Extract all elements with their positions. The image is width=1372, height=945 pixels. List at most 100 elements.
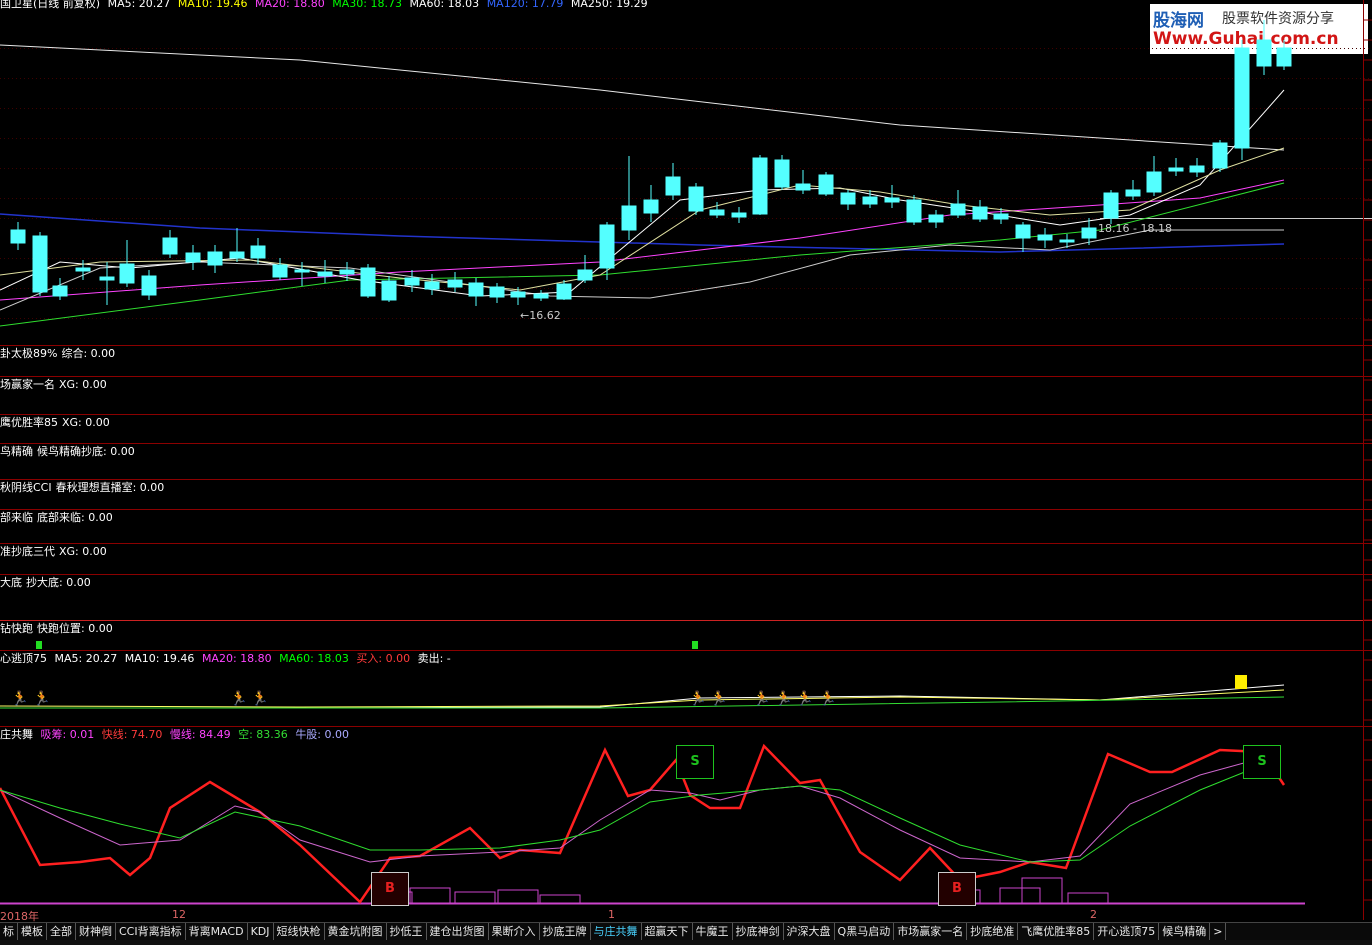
chart-drawing-layer[interactable]: 🏃 🏃 🏃 🏃 🏃 🏃 🏃 🏃 🏃 🏃	[0, 0, 1372, 922]
escape-ma5	[0, 684, 1285, 709]
candle-body	[317, 271, 333, 277]
runner-figure: 🏃	[230, 690, 247, 707]
candle-body	[99, 276, 115, 281]
dance-xichou: 吸筹: 0.01	[40, 728, 95, 741]
candle-body	[185, 252, 201, 263]
indicator-label-2: 场赢家一名 XG: 0.00	[0, 378, 111, 392]
volume-bar	[1067, 892, 1109, 904]
tab-20[interactable]: 抄底绝准	[967, 923, 1019, 941]
candle-body	[207, 251, 223, 266]
tab-6[interactable]: KDJ	[248, 923, 274, 941]
candle-body	[272, 264, 288, 278]
tab-10[interactable]: 建仓出货图	[427, 923, 489, 941]
dance-niu: 牛股: 0.00	[295, 728, 350, 741]
indicator-name: 鹰优胜率85	[0, 416, 58, 429]
tab-3[interactable]: 财神倒	[76, 923, 116, 941]
tab-12[interactable]: 抄底王牌	[540, 923, 591, 941]
escape-ma10: MA10: 19.46	[124, 652, 195, 665]
candle-body	[556, 283, 572, 300]
candle-body	[972, 206, 988, 220]
candle-body	[950, 203, 966, 216]
tab-16[interactable]: 抄底神剑	[733, 923, 784, 941]
candle-body	[1059, 239, 1075, 243]
indicator-label-3: 鹰优胜率85 XG: 0.00	[0, 416, 114, 430]
candle-body	[752, 157, 768, 215]
escape-buy: 买入: 0.00	[356, 652, 411, 665]
x-axis-dec: 12	[172, 908, 186, 921]
tab-9[interactable]: 抄低王	[387, 923, 427, 941]
candle-body	[162, 237, 178, 255]
runner-figure: 🏃	[251, 690, 268, 707]
tab-23[interactable]: 候鸟精确	[1159, 923, 1211, 941]
runner-figure: 🏃	[33, 690, 50, 707]
indicator-field: XG: 0.00	[59, 545, 107, 558]
candle-body	[1168, 167, 1184, 172]
candle-body	[795, 183, 811, 191]
candle-body	[1146, 171, 1162, 193]
escape-panel-header: 心逃顶75 MA5: 20.27 MA10: 19.46 MA20: 18.80…	[0, 652, 455, 666]
runner-figure: 🏃	[710, 690, 727, 707]
tab-17[interactable]: 沪深大盘	[784, 923, 835, 941]
candle-body	[404, 277, 420, 286]
candle-body	[665, 176, 681, 196]
tab-15[interactable]: 牛魔王	[693, 923, 733, 941]
tab-4[interactable]: CCI背离指标	[116, 923, 186, 941]
candle-body	[32, 235, 48, 293]
dance-kong: 空: 83.36	[238, 728, 288, 741]
buy-signal-box: B	[938, 872, 976, 906]
tab-14[interactable]: 超赢天下	[642, 923, 693, 941]
tab-13[interactable]: 与庄共舞	[591, 923, 642, 941]
tab-7[interactable]: 短线快枪	[274, 923, 325, 941]
candle-body	[577, 269, 593, 281]
tab-21[interactable]: 飞鹰优胜率85	[1018, 923, 1095, 941]
candle-body	[731, 212, 747, 218]
indicator-label-6: 部来临 底部来临: 0.00	[0, 511, 117, 525]
candle-body	[1103, 192, 1119, 219]
green-marker	[36, 641, 42, 649]
candle-body	[141, 275, 157, 296]
indicator-name: 卦太极89%	[0, 347, 58, 360]
indicator-name: 场赢家一名	[0, 378, 55, 391]
tab-scroll-right[interactable]: >	[1210, 923, 1227, 941]
tab-8[interactable]: 黄金坑附图	[325, 923, 387, 941]
candle-body	[447, 279, 463, 288]
tab-11[interactable]: 果断介入	[489, 923, 540, 941]
indicator-label-8: 大底 抄大底: 0.00	[0, 576, 95, 590]
tab-2[interactable]: 全部	[47, 923, 76, 941]
candle-body	[906, 199, 922, 223]
indicator-label-9: 钻快跑 快跑位置: 0.00	[0, 622, 117, 636]
indicator-field: 底部来临: 0.00	[37, 511, 113, 524]
bottom-strip	[0, 940, 1372, 945]
candle-body	[621, 205, 637, 231]
candle-body	[294, 269, 310, 273]
tab-18[interactable]: Q黑马启动	[835, 923, 895, 941]
candle-body	[533, 293, 549, 299]
x-axis-jan: 1	[608, 908, 615, 921]
indicator-field: 春秋理想直播室: 0.00	[55, 481, 165, 494]
tab-5[interactable]: 背离MACD	[186, 923, 248, 941]
candle-body	[1125, 189, 1141, 197]
runner-figure: 🏃	[796, 690, 813, 707]
buy-signal-box: B	[371, 872, 409, 906]
candle-body	[424, 281, 440, 290]
candle-body	[1234, 47, 1250, 149]
candle-body	[52, 285, 68, 297]
tab-22[interactable]: 开心逃顶75	[1094, 923, 1160, 941]
tab-0[interactable]: 标	[0, 923, 18, 941]
volume-bar	[454, 891, 496, 904]
candle-body	[229, 251, 245, 259]
indicator-field: 候鸟精确抄底: 0.00	[37, 445, 135, 458]
indicator-name: 秋阴线CCI	[0, 481, 52, 494]
tab-19[interactable]: 市场赢家一名	[894, 923, 968, 941]
tab-1[interactable]: 模板	[18, 923, 47, 941]
runner-figure: 🏃	[775, 690, 792, 707]
candle-body	[774, 159, 790, 188]
runner-figure: 🏃	[819, 690, 836, 707]
indicator-name: 部来临	[0, 511, 33, 524]
indicator-name: 大底	[0, 576, 22, 589]
candle-body	[510, 291, 526, 298]
indicator-field: 抄大底: 0.00	[26, 576, 91, 589]
runner-figure: 🏃	[11, 690, 28, 707]
dance-panel-header: 庄共舞 吸筹: 0.01 快线: 74.70 慢线: 84.49 空: 83.3…	[0, 728, 353, 742]
candle-body	[884, 197, 900, 203]
